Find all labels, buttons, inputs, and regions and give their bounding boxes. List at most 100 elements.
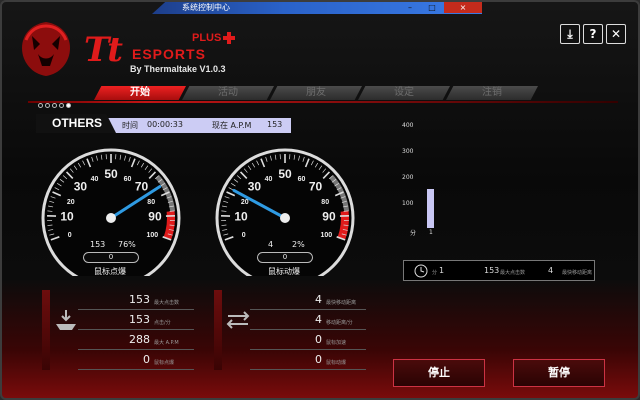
download-icon: ⤓	[567, 26, 573, 41]
stat-label: 点击/分	[154, 320, 171, 326]
stat-label: 最大点击数	[154, 300, 180, 306]
mouse-click-icon	[56, 310, 76, 330]
window-close-button[interactable]: ×	[444, 2, 482, 13]
stat-value: 288	[129, 333, 150, 346]
stat-row: 153 点击/分	[78, 310, 194, 330]
gauge-tick-label: 30	[248, 179, 262, 193]
gauge-tick-label: 60	[124, 176, 132, 183]
move-stats-panel: 4 最快移动距离 4 移动距离/分 0 鼠标加速 0 鼠标动爆	[214, 290, 366, 372]
gauge-hub	[106, 213, 116, 223]
page-indicator	[38, 103, 71, 108]
gauge-right-readout: 76%	[118, 240, 136, 249]
gauge-counter: 0	[83, 252, 139, 263]
gauge-tick-label: 50	[104, 167, 118, 181]
time-label: 时间	[122, 121, 138, 130]
gauge-tick-label: 0	[68, 232, 72, 239]
help-button[interactable]: ?	[583, 24, 603, 44]
minutes-label: 分	[432, 270, 438, 276]
stat-value: 153	[129, 313, 150, 326]
panel-accent	[214, 290, 222, 370]
version-byline: By Thermaltake V1.0.3	[130, 64, 226, 74]
max-apm-label: 最大点击数	[500, 270, 526, 276]
stat-label: 鼠标动爆	[326, 360, 347, 366]
gauge-tick-label: 70	[309, 179, 323, 193]
gauge-tick-label: 80	[321, 199, 329, 206]
click-gauge: 0 10 20 30 40 50 60 70 80 90 100 153 76% 0 鼠标点爆	[36, 142, 186, 288]
page-dot-active[interactable]	[66, 103, 71, 108]
stat-row: 153 最大点击数	[78, 290, 194, 310]
tab-logout[interactable]: 注销	[446, 86, 538, 100]
gauge-tick-label: 60	[298, 176, 306, 183]
clock-icon	[414, 264, 428, 278]
tiger-head-logo	[22, 22, 70, 76]
page-dot[interactable]	[45, 103, 50, 108]
max-apm-value: 153	[484, 266, 500, 275]
stat-label: 鼠标加速	[326, 340, 347, 346]
tab-settings[interactable]: 设定	[358, 86, 450, 100]
gauge-name: 鼠标点爆	[94, 267, 126, 276]
max-move-value: 4	[548, 266, 554, 275]
others-label: OTHERS	[36, 114, 116, 133]
minimize-button[interactable]: –	[400, 2, 420, 13]
accent-divider	[28, 101, 618, 103]
window-title: 系统控制中心	[182, 3, 230, 12]
gauge-tick-label: 50	[278, 167, 292, 181]
gauge-tick-label: 30	[74, 179, 88, 193]
esports-logo-text: ESPORTS	[132, 46, 206, 62]
pause-button[interactable]: 暂停	[513, 359, 605, 387]
stat-row: 4 最快移动距离	[250, 290, 366, 310]
gauge-tick-label: 100	[321, 232, 333, 239]
mouse-move-icon	[226, 311, 250, 329]
click-stats-panel: 153 最大点击数 153 点击/分 288 最大 A.P.M 0 鼠标点爆	[42, 290, 194, 372]
maximize-button[interactable]: □	[422, 2, 442, 13]
download-button[interactable]: ⤓	[560, 24, 580, 44]
time-value: 00:00:33	[147, 120, 183, 129]
stat-label: 鼠标点爆	[154, 360, 175, 366]
stat-value: 4	[315, 293, 322, 306]
page-dot[interactable]	[59, 103, 64, 108]
gauge-tick-label: 10	[234, 209, 248, 223]
stop-button[interactable]: 停止	[393, 359, 485, 387]
corner-button-group: ⤓ ? ✕	[560, 24, 626, 44]
page-dot[interactable]	[52, 103, 57, 108]
gauge-tick-label: 70	[135, 179, 149, 193]
plus-logo-text: PLUS	[192, 32, 222, 44]
brand-logo: Tt ESPORTS PLUS By Thermaltake V1.0.3	[14, 20, 264, 80]
gauge-tick-label: 90	[148, 209, 162, 223]
stat-row: 4 移动距离/分	[250, 310, 366, 330]
y-tick-label: 100	[402, 200, 414, 207]
max-move-label: 最快移动距离	[562, 270, 593, 276]
tab-start[interactable]: 开始	[94, 86, 186, 100]
gauge-tick-label: 40	[265, 176, 273, 183]
y-axis-label: 分	[410, 230, 417, 237]
minutes-value: 1	[439, 266, 445, 275]
move-gauge: 0 10 20 30 40 50 60 70 80 90 100 4 2% 0 鼠标动爆	[210, 142, 360, 288]
stat-value: 4	[315, 313, 322, 326]
session-summary: 分 1 153 最大点击数 4 最快移动距离	[403, 260, 595, 281]
gauge-tick-label: 100	[147, 232, 159, 239]
stat-row: 0 鼠标点爆	[78, 350, 194, 370]
gauge-left-readout: 153	[90, 240, 106, 249]
tab-friends[interactable]: 朋友	[270, 86, 362, 100]
tab-activity[interactable]: 活动	[182, 86, 274, 100]
page-dot[interactable]	[38, 103, 43, 108]
gauge-tick-label: 40	[91, 176, 99, 183]
stat-label: 移动距离/分	[326, 320, 353, 326]
gauge-tick-label: 20	[241, 199, 249, 206]
gauge-tick-label: 10	[60, 209, 74, 223]
plus-cross-icon	[223, 32, 235, 44]
x-tick-label: 1	[429, 229, 433, 236]
stat-label: 最大 A.P.M	[154, 340, 179, 346]
gauge-name: 鼠标动爆	[268, 267, 300, 276]
stat-value: 0	[315, 353, 322, 366]
main-tabs: 开始 活动 朋友 设定 注销	[94, 86, 538, 100]
stat-value: 153	[129, 293, 150, 306]
gauge-tick-label: 90	[322, 209, 336, 223]
stat-label: 最快移动距离	[326, 300, 357, 306]
apm-bar-chart: 400 300 200 100 分 1	[402, 122, 442, 242]
now-apm-value: 153	[267, 120, 283, 129]
gauge-hub	[280, 213, 290, 223]
app-window: 系统控制中心 – □ × Tt ESPORTS PLUS By Thermalt…	[0, 0, 640, 400]
gauge-right-readout: 2%	[292, 240, 305, 249]
close-button[interactable]: ✕	[606, 24, 626, 44]
